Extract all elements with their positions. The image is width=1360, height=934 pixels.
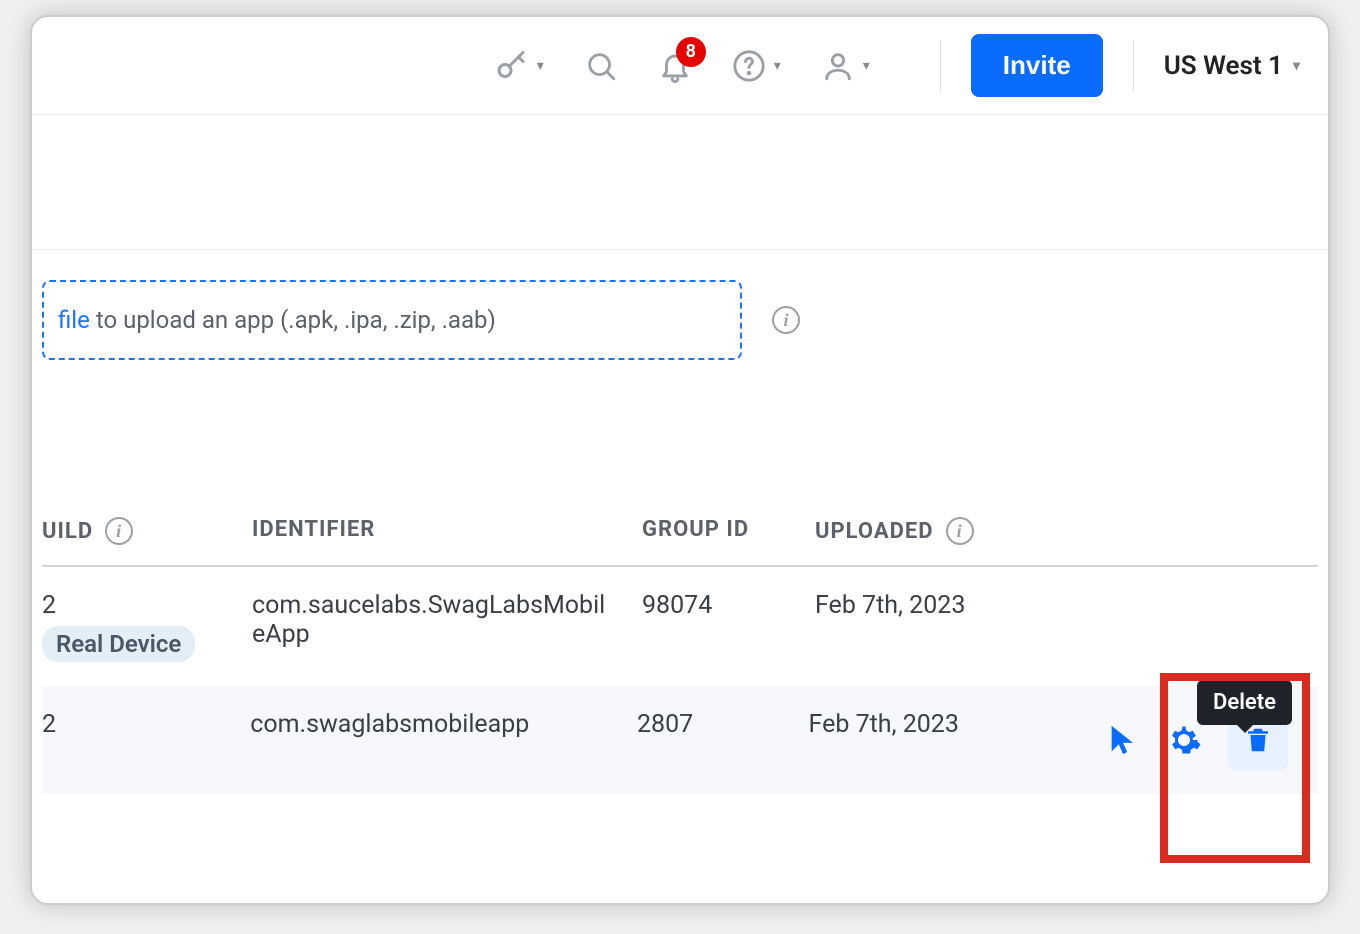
gear-icon[interactable]	[1166, 722, 1202, 758]
upload-dropzone[interactable]: file to upload an app (.apk, .ipa, .zip,…	[42, 280, 742, 360]
notification-badge: 8	[676, 37, 706, 67]
info-icon[interactable]: i	[772, 306, 800, 334]
chevron-down-icon: ▾	[774, 58, 781, 74]
table-row[interactable]: 2 Real Device com.saucelabs.SwagLabsMobi…	[42, 567, 1318, 686]
header-bar: ▾ 8 ▾ ▾ Invite US West 1 ▾	[32, 17, 1328, 115]
cursor-icon[interactable]	[1106, 723, 1140, 757]
key-icon	[493, 48, 529, 84]
chevron-down-icon: ▾	[537, 58, 544, 74]
col-identifier: IDENTIFIER	[252, 517, 375, 542]
uploaded-cell: Feb 7th, 2023	[815, 591, 1115, 620]
section-gap	[32, 115, 1328, 250]
upload-hint: to upload an app (.apk, .ipa, .zip, .aab…	[90, 306, 496, 334]
region-label: US West 1	[1164, 51, 1283, 81]
search-icon	[584, 49, 618, 83]
build-number: 2	[42, 591, 252, 620]
region-selector[interactable]: US West 1 ▾	[1164, 51, 1300, 81]
upload-link[interactable]: file	[58, 306, 90, 334]
delete-tooltip: Delete	[1197, 680, 1292, 725]
uploaded-cell: Feb 7th, 2023	[809, 710, 1106, 739]
header-icons: ▾ 8 ▾ ▾	[493, 48, 870, 84]
search-button[interactable]	[584, 49, 618, 83]
info-icon[interactable]: i	[105, 517, 133, 545]
account-menu[interactable]: ▾	[821, 49, 870, 83]
divider	[1133, 40, 1134, 92]
apps-table: UILD i IDENTIFIER GROUP ID UPLOADED i 2 …	[42, 517, 1318, 794]
divider	[940, 40, 941, 92]
info-icon[interactable]: i	[946, 517, 974, 545]
key-menu[interactable]: ▾	[493, 48, 544, 84]
col-uploaded: UPLOADED	[815, 519, 934, 544]
identifier-cell: com.saucelabs.SwagLabsMobileApp	[252, 591, 642, 649]
help-icon	[732, 49, 766, 83]
upload-area: file to upload an app (.apk, .ipa, .zip,…	[32, 250, 1328, 360]
col-build: UILD	[42, 519, 93, 544]
table-header: UILD i IDENTIFIER GROUP ID UPLOADED i	[42, 517, 1318, 567]
chevron-down-icon: ▾	[1293, 58, 1300, 74]
user-icon	[821, 49, 855, 83]
notifications-button[interactable]: 8	[658, 49, 692, 83]
table-row[interactable]: 2 com.swaglabsmobileapp 2807 Feb 7th, 20…	[42, 686, 1318, 794]
help-menu[interactable]: ▾	[732, 49, 781, 83]
identifier-cell: com.swaglabsmobileapp	[250, 710, 637, 739]
group-id-cell: 98074	[642, 591, 815, 620]
invite-button[interactable]: Invite	[971, 34, 1103, 97]
group-id-cell: 2807	[637, 710, 809, 739]
app-window: ▾ 8 ▾ ▾ Invite US West 1 ▾	[30, 15, 1330, 905]
col-group-id: GROUP ID	[642, 517, 749, 542]
device-badge: Real Device	[42, 626, 195, 662]
chevron-down-icon: ▾	[863, 58, 870, 74]
build-number: 2	[42, 710, 250, 739]
